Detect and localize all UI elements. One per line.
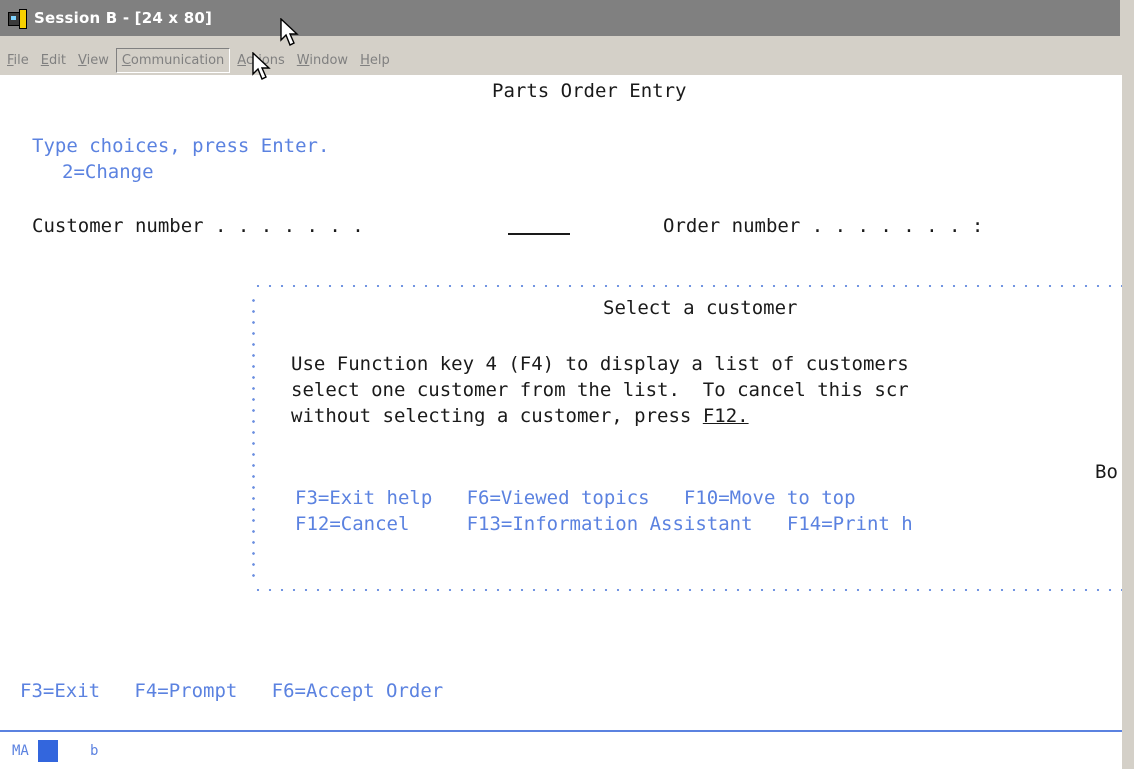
menu-communication[interactable]: Communication: [115, 47, 231, 73]
help-line-2: select one customer from the list. To ca…: [291, 379, 909, 401]
menu-help[interactable]: Help: [355, 49, 395, 72]
help-border-bottom: [252, 589, 1122, 591]
terminal-screen[interactable]: Parts Order Entry Type choices, press En…: [0, 75, 1122, 730]
status-indicator: b: [90, 743, 99, 759]
help-title: Select a customer: [603, 297, 798, 319]
help-function-keys-row-1[interactable]: F3=Exit help F6=Viewed topics F10=Move t…: [295, 487, 856, 509]
help-border-left: [252, 295, 255, 585]
help-function-keys-row-2[interactable]: F12=Cancel F13=Information Assistant F14…: [295, 513, 913, 535]
help-line-3: without selecting a customer, press F12.: [291, 405, 749, 427]
status-cursor-block: [38, 740, 58, 762]
menu-actions[interactable]: Actions: [232, 49, 290, 72]
window-edge: [1122, 36, 1134, 769]
session-app-icon[interactable]: [8, 9, 28, 29]
instruction-text: Type choices, press Enter.: [32, 135, 330, 157]
status-mode: MA: [12, 743, 29, 759]
f12-link[interactable]: F12.: [703, 405, 749, 427]
screen-title: Parts Order Entry: [492, 80, 687, 102]
menu-window[interactable]: Window: [292, 49, 353, 72]
order-number-label: Order number . . . . . . . :: [663, 215, 984, 237]
function-keys[interactable]: F3=Exit F4=Prompt F6=Accept Order: [20, 680, 443, 702]
menu-view[interactable]: View: [73, 49, 114, 72]
customer-number-label: Customer number . . . . . . .: [32, 215, 364, 237]
help-line-1: Use Function key 4 (F4) to display a lis…: [291, 353, 909, 375]
terminal-window: Session B - [24 x 80] File Edit View Com…: [0, 0, 1134, 769]
option-change: 2=Change: [62, 161, 154, 183]
title-bar[interactable]: Session B - [24 x 80]: [0, 0, 1120, 36]
bottom-marker: Bo: [1095, 461, 1118, 483]
menu-bar: File Edit View Communication Actions Win…: [0, 45, 1120, 75]
status-bar: MA b: [0, 730, 1122, 769]
menu-edit[interactable]: Edit: [36, 49, 71, 72]
help-border-top: [252, 285, 1122, 287]
menu-file[interactable]: File: [2, 49, 34, 72]
window-title: Session B - [24 x 80]: [34, 9, 213, 27]
customer-number-input[interactable]: [508, 233, 570, 235]
